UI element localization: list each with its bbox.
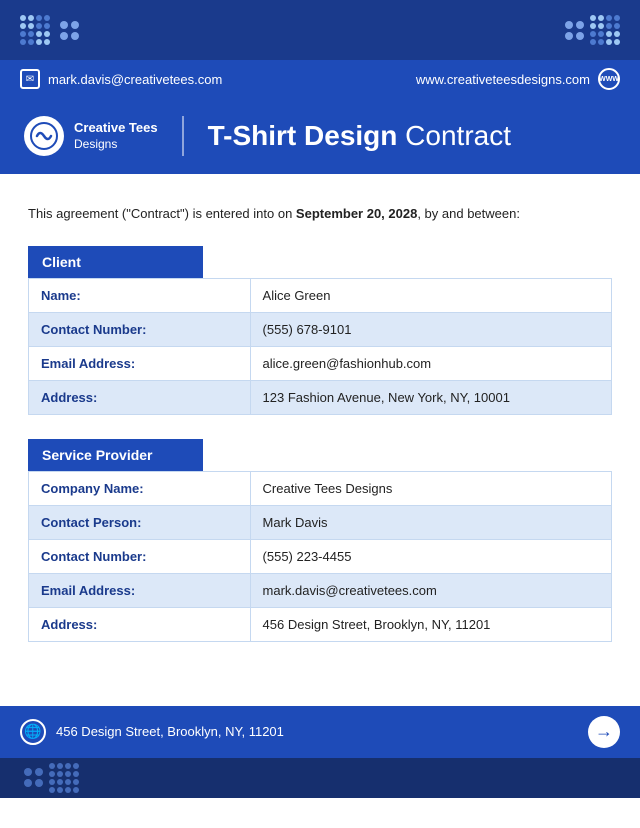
provider-email-label: Email Address: xyxy=(29,573,251,607)
provider-contact-label: Contact Person: xyxy=(29,505,251,539)
bottom-dot-cluster-2 xyxy=(49,763,79,793)
client-address-value: 123 Fashion Avenue, New York, NY, 10001 xyxy=(250,380,611,414)
email-bar-left: ✉ mark.davis@creativetees.com xyxy=(20,69,222,89)
client-phone-value: (555) 678-9101 xyxy=(250,312,611,346)
bottom-dots xyxy=(20,763,79,793)
title-bold: T-Shirt Design xyxy=(208,120,398,151)
provider-table: Company Name: Creative Tees Designs Cont… xyxy=(28,471,612,642)
table-row: Contact Number: (555) 223-4455 xyxy=(29,539,612,573)
dot-cluster-4 xyxy=(590,15,620,45)
www-icon: WWW xyxy=(598,68,620,90)
client-section-header: Client xyxy=(28,246,203,278)
table-row: Name: Alice Green xyxy=(29,278,612,312)
table-row: Company Name: Creative Tees Designs xyxy=(29,471,612,505)
email-address: mark.davis@creativetees.com xyxy=(48,72,222,87)
provider-company-label: Company Name: xyxy=(29,471,251,505)
client-email-label: Email Address: xyxy=(29,346,251,380)
client-name-value: Alice Green xyxy=(250,278,611,312)
provider-address-label: Address: xyxy=(29,607,251,641)
provider-contact-value: Mark Davis xyxy=(250,505,611,539)
provider-email-value: mark.davis@creativetees.com xyxy=(250,573,611,607)
client-table: Name: Alice Green Contact Number: (555) … xyxy=(28,278,612,415)
intro-text: This agreement ("Contract") is entered i… xyxy=(28,204,612,224)
client-email-value: alice.green@fashionhub.com xyxy=(250,346,611,380)
header-dots-right xyxy=(561,15,620,45)
dot-cluster-1 xyxy=(20,15,50,45)
table-row: Address: 123 Fashion Avenue, New York, N… xyxy=(29,380,612,414)
contract-title: T-Shirt Design Contract xyxy=(184,120,511,152)
logo-icon xyxy=(24,116,64,156)
main-content: This agreement ("Contract") is entered i… xyxy=(0,174,640,686)
table-row: Email Address: mark.davis@creativetees.c… xyxy=(29,573,612,607)
email-bar: ✉ mark.davis@creativetees.com www.creati… xyxy=(0,60,640,98)
intro-suffix: , by and between: xyxy=(417,206,520,221)
client-address-label: Address: xyxy=(29,380,251,414)
footer-address-area: 🌐 456 Design Street, Brooklyn, NY, 11201 xyxy=(20,719,284,745)
provider-section: Service Provider Company Name: Creative … xyxy=(28,439,612,642)
top-header xyxy=(0,0,640,60)
arrow-button[interactable]: → xyxy=(588,716,620,748)
client-phone-label: Contact Number: xyxy=(29,312,251,346)
table-row: Address: 456 Design Street, Brooklyn, NY… xyxy=(29,607,612,641)
website-url: www.creativeteesdesigns.com xyxy=(416,72,590,87)
dot-cluster-3 xyxy=(565,21,584,40)
logo-area: Creative Tees Designs xyxy=(24,116,184,156)
provider-section-header: Service Provider xyxy=(28,439,203,471)
table-row: Email Address: alice.green@fashionhub.co… xyxy=(29,346,612,380)
title-light: Contract xyxy=(397,120,511,151)
title-section: Creative Tees Designs T-Shirt Design Con… xyxy=(0,98,640,174)
bottom-dot-cluster-1 xyxy=(24,768,43,787)
footer-bar: 🌐 456 Design Street, Brooklyn, NY, 11201… xyxy=(0,706,640,758)
document-page: ✉ mark.davis@creativetees.com www.creati… xyxy=(0,0,640,828)
provider-phone-label: Contact Number: xyxy=(29,539,251,573)
provider-address-value: 456 Design Street, Brooklyn, NY, 11201 xyxy=(250,607,611,641)
client-section: Client Name: Alice Green Contact Number:… xyxy=(28,246,612,415)
company-name-line1: Creative Tees xyxy=(74,120,158,137)
company-name-line2: Designs xyxy=(74,137,158,153)
email-bar-right: www.creativeteesdesigns.com WWW xyxy=(416,68,620,90)
bottom-bar: 1 xyxy=(0,758,640,798)
page-number: 1 xyxy=(613,804,620,818)
intro-date: September 20, 2028 xyxy=(296,206,417,221)
provider-phone-value: (555) 223-4455 xyxy=(250,539,611,573)
dot-cluster-2 xyxy=(60,21,79,40)
table-row: Contact Number: (555) 678-9101 xyxy=(29,312,612,346)
email-icon: ✉ xyxy=(20,69,40,89)
globe-icon: 🌐 xyxy=(20,719,46,745)
provider-company-value: Creative Tees Designs xyxy=(250,471,611,505)
table-row: Contact Person: Mark Davis xyxy=(29,505,612,539)
client-name-label: Name: xyxy=(29,278,251,312)
header-dots-left xyxy=(20,15,79,45)
footer-address-text: 456 Design Street, Brooklyn, NY, 11201 xyxy=(56,724,284,739)
intro-prefix: This agreement ("Contract") is entered i… xyxy=(28,206,296,221)
logo-text: Creative Tees Designs xyxy=(74,120,158,152)
